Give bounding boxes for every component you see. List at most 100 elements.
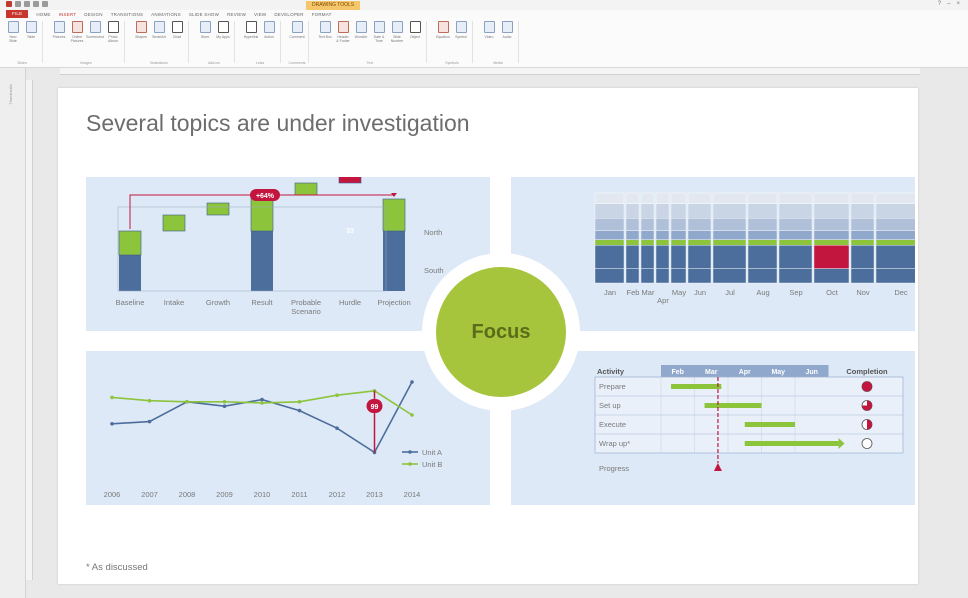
comment-button[interactable]: Comment	[289, 21, 305, 63]
slide-title[interactable]: Several topics are under investigation	[86, 110, 470, 137]
screenshot-button[interactable]: Screenshot	[86, 21, 104, 63]
tab-format[interactable]: FORMAT	[312, 12, 332, 17]
start-slideshow-icon[interactable]	[42, 1, 48, 7]
tab-developer[interactable]: DEVELOPER	[274, 12, 303, 17]
column-segment	[687, 239, 712, 246]
store-icon	[199, 21, 211, 33]
column-segment	[670, 244, 687, 269]
equation-button[interactable]: Equation	[436, 21, 450, 63]
completion-ring	[861, 438, 873, 449]
redo-icon[interactable]	[33, 1, 39, 7]
chart-button[interactable]: Chart	[170, 21, 184, 63]
table-icon	[25, 21, 37, 33]
pictures-button[interactable]: Pictures	[52, 21, 66, 63]
line-chart-panel[interactable]: Unit A Unit B 2006 2007 2008 2009 2010 2011 2012…	[86, 351, 490, 505]
my-apps-button[interactable]: My Apps	[216, 21, 230, 63]
window-controls[interactable]: ? – ×	[938, 1, 960, 7]
column-segment	[747, 244, 778, 269]
column-segment	[747, 239, 778, 246]
audio-button[interactable]: Audio	[500, 21, 514, 63]
close-icon[interactable]: ×	[956, 1, 960, 7]
slide-canvas[interactable]: Several topics are under investigation B…	[58, 88, 918, 584]
column-segment	[655, 203, 670, 219]
my-apps-icon	[217, 21, 229, 33]
column-segment	[625, 203, 640, 219]
focus-circle[interactable]: Focus	[436, 267, 566, 397]
tab-design[interactable]: DESIGN	[84, 12, 102, 17]
tab-insert[interactable]: INSERT	[59, 12, 77, 17]
action-button[interactable]: Action	[262, 21, 276, 63]
column-segment	[594, 230, 625, 240]
button-label: Header & Footer	[336, 35, 350, 43]
header-footer-button[interactable]: Header & Footer	[336, 21, 350, 63]
tab-review[interactable]: REVIEW	[227, 12, 246, 17]
column-segment	[747, 268, 778, 284]
completion-header: Completion	[846, 367, 888, 376]
month-column-jan	[594, 192, 625, 284]
task-bar-prepare	[671, 384, 722, 389]
store-button[interactable]: Store	[198, 21, 212, 63]
wordart-button[interactable]: WordArt	[354, 21, 368, 63]
save-icon[interactable]	[15, 1, 21, 7]
column-segment	[640, 230, 655, 240]
column-segment	[655, 239, 670, 246]
tab-view[interactable]: VIEW	[254, 12, 266, 17]
help-icon[interactable]: ?	[938, 1, 941, 7]
month-header: Jun	[806, 369, 818, 376]
footnote[interactable]: * As discussed	[86, 562, 148, 573]
category-label: Intake	[164, 298, 184, 307]
segment-label-south: South	[424, 266, 444, 275]
symbol-button[interactable]: Symbol	[454, 21, 468, 63]
tab-animations[interactable]: ANIMATIONS	[151, 12, 181, 17]
column-segment	[687, 268, 712, 284]
gantt-chart-panel[interactable]: Activity Feb Mar Apr May Jun Completion Prepare…	[511, 351, 915, 505]
activity-label: Prepare	[599, 382, 626, 391]
table-button[interactable]: Table	[24, 21, 38, 63]
hyperlink-icon	[245, 21, 257, 33]
thumbnail-pane[interactable]	[0, 68, 26, 598]
ribbon-group-add-ins: Store My Apps Add-ins	[194, 21, 235, 65]
online-pictures-button[interactable]: Online Pictures	[70, 21, 84, 63]
progress-label: Progress	[599, 464, 629, 473]
month-label: Jun	[694, 288, 706, 297]
button-label: Audio	[502, 35, 512, 39]
bar-south-projection	[383, 231, 405, 291]
month-column-sep	[778, 192, 813, 284]
photo-album-button[interactable]: Photo Album	[106, 21, 120, 63]
minimize-icon[interactable]: –	[947, 1, 950, 7]
hyperlink-button[interactable]: Hyperlink	[244, 21, 258, 63]
tab-file[interactable]: FILE	[6, 10, 29, 18]
tab-home[interactable]: HOME	[36, 12, 50, 17]
gantt-chart: Activity Feb Mar Apr May Jun Completion Prepare…	[594, 365, 904, 473]
column-segment	[712, 268, 747, 284]
text-box-button[interactable]: Text Box	[318, 21, 332, 63]
column-segment	[813, 268, 850, 284]
quick-access-toolbar[interactable]	[6, 1, 48, 7]
column-segment	[712, 218, 747, 232]
ribbon-group-label: Illustrations	[150, 61, 168, 65]
data-point-unit-b	[410, 413, 414, 417]
new-slide-button[interactable]: New Slide	[6, 21, 20, 63]
task-bar-set-up	[704, 403, 762, 408]
ribbon-group-text: Text Box Header & Footer WordArt Date & Tim…	[314, 21, 427, 65]
legend-label: Unit B	[422, 460, 442, 469]
month-column-feb	[625, 192, 640, 284]
button-label: Symbol	[455, 35, 467, 39]
button-label: Table	[26, 35, 36, 39]
date-time-button[interactable]: Date & Time	[372, 21, 386, 63]
column-segment	[712, 244, 747, 269]
undo-icon[interactable]	[24, 1, 30, 7]
slide-number-button[interactable]: Slide Number	[390, 21, 404, 63]
video-button[interactable]: Video	[482, 21, 496, 63]
column-segment	[594, 239, 625, 246]
tab-slide-show[interactable]: SLIDE SHOW	[189, 12, 219, 17]
shapes-button[interactable]: Shapes	[134, 21, 148, 63]
data-point-unit-a	[410, 380, 414, 384]
category-label: Hurdle	[339, 298, 361, 307]
tab-transitions[interactable]: TRANSITIONS	[111, 12, 143, 17]
smartart-button[interactable]: SmartArt	[152, 21, 166, 63]
column-segment	[655, 268, 670, 284]
year-label: 2010	[254, 490, 271, 499]
object-button[interactable]: Object	[408, 21, 422, 63]
column-segment	[778, 268, 813, 284]
